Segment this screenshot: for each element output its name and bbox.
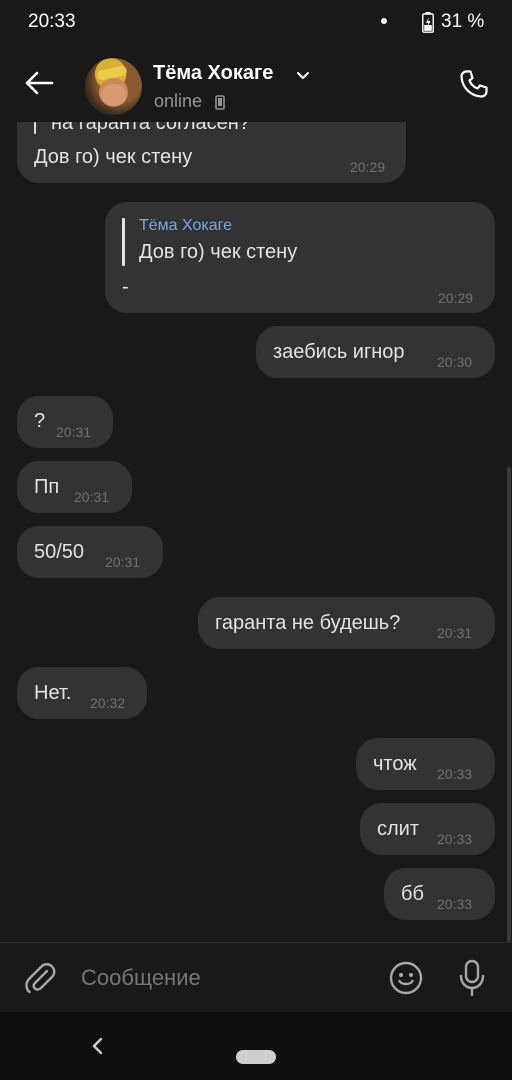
- message-time: 20:31: [74, 489, 110, 505]
- message-quote-text: на гаранта согласен?: [51, 122, 250, 134]
- message-text: заебись игнор: [273, 341, 405, 363]
- message-time: 20:31: [105, 554, 141, 570]
- battery-percent: 31 %: [441, 11, 485, 32]
- message-outgoing[interactable]: гаранта не будешь? 20:31: [198, 597, 495, 649]
- message-time: 20:33: [437, 766, 473, 782]
- notification-dot-icon: [381, 18, 387, 24]
- message-outgoing[interactable]: слит 20:33: [360, 803, 495, 855]
- message-time: 20:29: [438, 290, 474, 306]
- contact-avatar[interactable]: [85, 58, 142, 115]
- message-incoming[interactable]: 50/50 20:31: [17, 526, 163, 578]
- reply-author[interactable]: Тёма Хокаге: [139, 217, 232, 235]
- message-incoming[interactable]: ? 20:31: [17, 396, 113, 448]
- status-time: 20:33: [28, 11, 76, 32]
- message-text: гаранта не будешь?: [215, 612, 401, 634]
- message-text: Пп: [34, 476, 60, 498]
- message-text: чтож: [373, 753, 417, 775]
- message-text: ?: [34, 410, 46, 432]
- contact-name[interactable]: Тёма Хокаге: [153, 62, 273, 85]
- attach-icon[interactable]: [22, 960, 58, 996]
- message-text: Нет.: [34, 682, 72, 704]
- message-time: 20:32: [90, 695, 126, 711]
- message-outgoing[interactable]: чтож 20:33: [356, 738, 495, 790]
- back-arrow-icon[interactable]: [22, 66, 56, 100]
- message-outgoing[interactable]: заебись игнор 20:30: [256, 326, 495, 378]
- emoji-icon[interactable]: [388, 960, 424, 996]
- chat-header: Тёма Хокаге online: [0, 44, 512, 122]
- mic-icon[interactable]: [456, 959, 488, 997]
- message-composer: [0, 942, 512, 1013]
- mobile-device-icon: [215, 95, 225, 110]
- message-incoming[interactable]: Нет. 20:32: [17, 667, 147, 719]
- message-incoming[interactable]: Пп 20:31: [17, 461, 132, 513]
- message-time: 20:30: [437, 354, 473, 370]
- message-text: слит: [377, 818, 420, 840]
- message-text: бб: [401, 883, 424, 905]
- message-time: 20:33: [437, 896, 473, 912]
- message-outgoing[interactable]: бб 20:33: [384, 868, 495, 920]
- message-text: 50/50: [34, 541, 85, 563]
- nav-home-pill[interactable]: [236, 1050, 276, 1064]
- nav-back-icon[interactable]: [90, 1036, 106, 1056]
- message-outgoing[interactable]: Тёма Хокаге Дов го) чек стену - 20:29: [105, 202, 495, 313]
- phone-icon[interactable]: [458, 68, 490, 100]
- reply-bar: [122, 218, 125, 266]
- scrollbar[interactable]: [507, 467, 511, 942]
- message-input[interactable]: [81, 965, 371, 991]
- status-bar: 20:33 31 %: [0, 0, 512, 44]
- contact-status: online: [154, 91, 203, 111]
- reply-text: Дов го) чек стену: [139, 241, 298, 263]
- battery-icon: [422, 12, 434, 33]
- message-time: 20:33: [437, 831, 473, 847]
- chevron-down-icon[interactable]: [296, 71, 310, 81]
- message-time: 20:31: [56, 424, 92, 440]
- quote-bar: [34, 122, 36, 134]
- message-text: Дов го) чек стену: [34, 146, 193, 168]
- message-time: 20:29: [350, 159, 386, 175]
- message-time: 20:31: [437, 625, 473, 641]
- message-incoming[interactable]: на гаранта согласен? Дов го) чек стену 2…: [17, 122, 406, 183]
- system-navigation-bar: [0, 1012, 512, 1080]
- message-list[interactable]: на гаранта согласен? Дов го) чек стену 2…: [0, 122, 512, 942]
- message-text: -: [122, 276, 129, 298]
